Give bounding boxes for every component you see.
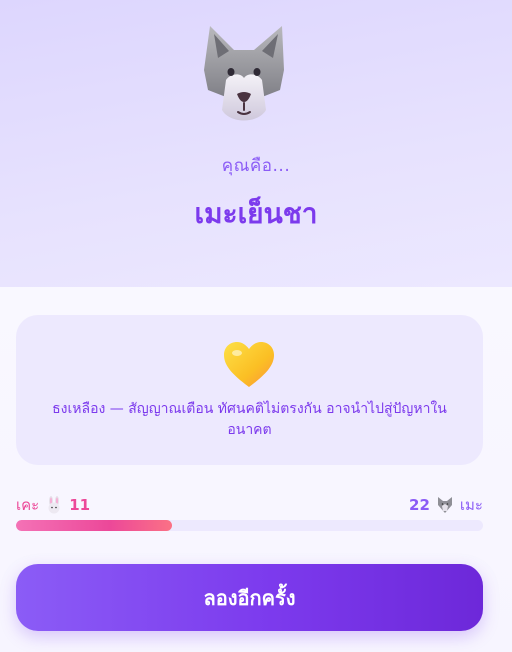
verdict-panel: ธงเหลือง — สัญญาณเตือน ทัศนคติไม่ตรงกัน … <box>16 315 483 465</box>
yellow-heart-icon <box>224 342 274 387</box>
result-title: เมะเย็นชา <box>194 197 318 230</box>
score-seme-value: 22 <box>409 496 430 514</box>
score-uke-value: 11 <box>69 496 91 514</box>
result-hero: คุณคือ... เมะเย็นชา <box>0 0 512 287</box>
result-intro: คุณคือ... <box>221 156 291 176</box>
score-seme: 22 เมะ <box>409 493 483 517</box>
verdict-text: ธงเหลือง — สัญญาณเตือน ทัศนคติไม่ตรงกัน … <box>52 401 447 438</box>
score-bar-fill <box>16 520 172 531</box>
rabbit-icon <box>48 496 60 514</box>
wolf-icon <box>437 497 452 513</box>
wolf-face-icon <box>204 26 284 121</box>
score-uke-label: เคะ <box>16 496 40 514</box>
score-bar-track <box>16 520 483 531</box>
result-card: คุณคือ... เมะเย็นชา ธงเหลือง — สัญญาณเตื… <box>0 0 512 652</box>
retry-button[interactable]: ลองอีกครั้ง <box>16 564 483 631</box>
score-uke: เคะ 11 <box>16 493 90 517</box>
score-seme-label: เมะ <box>459 496 483 514</box>
